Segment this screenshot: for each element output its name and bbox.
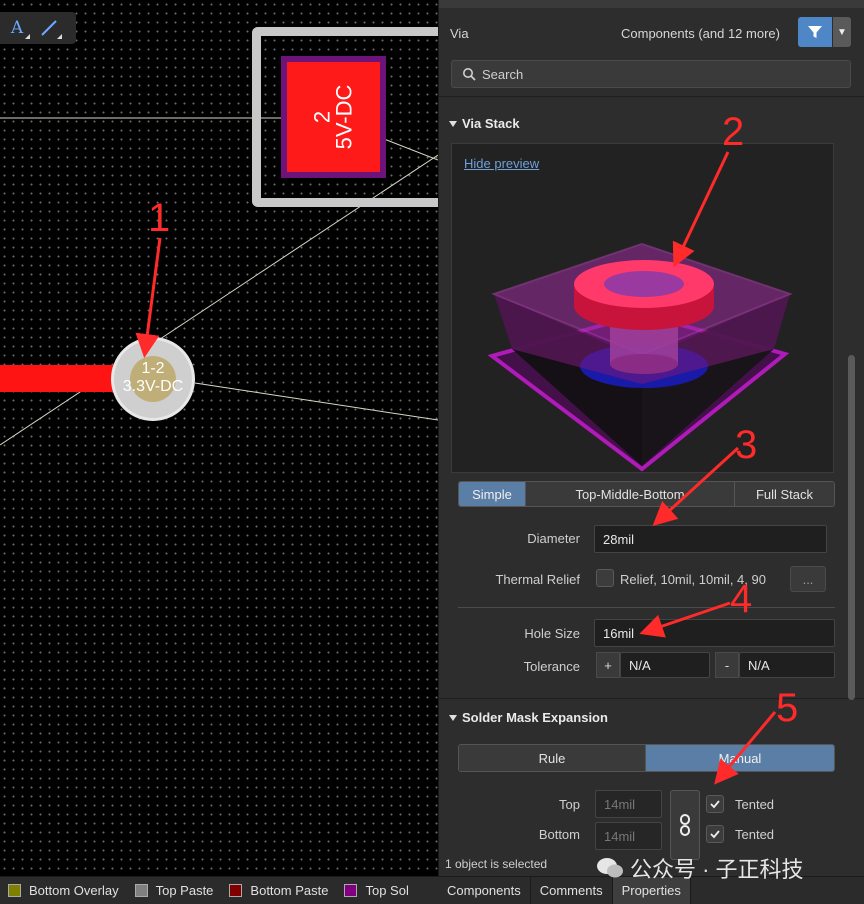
watermark: 公众号 · 子正科技 bbox=[596, 852, 804, 884]
wechat-icon bbox=[597, 858, 623, 878]
watermark-text: 公众号 · 子正科技 bbox=[630, 857, 804, 882]
via-stack-section-header[interactable]: Via Stack bbox=[449, 116, 520, 131]
link-values-button[interactable] bbox=[670, 790, 700, 860]
annotation-2: 2 bbox=[722, 110, 745, 154]
layer-tab-top-solder[interactable]: Top Sol bbox=[336, 883, 416, 898]
tolerance-minus-field[interactable]: N/A bbox=[739, 652, 835, 678]
via-3d-render bbox=[487, 242, 793, 472]
divider bbox=[439, 698, 864, 699]
pad-label: 2 5V-DC bbox=[309, 84, 357, 150]
checkmark-icon bbox=[710, 830, 720, 839]
solder-mask-section-header[interactable]: Solder Mask Expansion bbox=[449, 710, 608, 725]
filter-dropdown-chevron-icon[interactable]: ▼ bbox=[833, 17, 851, 47]
search-icon bbox=[463, 68, 476, 81]
layer-name: Top Paste bbox=[155, 883, 214, 898]
bottom-tented-checkbox[interactable] bbox=[706, 825, 724, 843]
thermal-relief-checkbox[interactable] bbox=[596, 569, 614, 587]
tolerance-minus-sign: - bbox=[715, 652, 739, 678]
mask-top-label: Top bbox=[559, 797, 580, 812]
via[interactable]: 1-2 3.3V-DC bbox=[111, 337, 195, 421]
via-stack-mode-selector: Simple Top-Middle-Bottom Full Stack bbox=[458, 481, 835, 507]
mode-rule[interactable]: Rule bbox=[459, 745, 646, 771]
search-placeholder: Search bbox=[482, 66, 524, 82]
mask-top-field[interactable]: 14mil bbox=[595, 790, 662, 818]
properties-panel: Via Components (and 12 more) ▼ Search Vi… bbox=[438, 0, 864, 876]
collapse-triangle-icon bbox=[449, 714, 457, 721]
via-stack-title: Via Stack bbox=[462, 116, 520, 131]
layer-color-swatch bbox=[344, 884, 358, 897]
annotation-3: 3 bbox=[735, 423, 758, 467]
via-stack-preview: Hide preview bbox=[451, 143, 834, 473]
chain-link-icon bbox=[680, 814, 690, 836]
checkmark-icon bbox=[710, 800, 720, 809]
mode-full-stack[interactable]: Full Stack bbox=[735, 482, 834, 506]
hole-size-field[interactable]: 16mil bbox=[594, 619, 835, 647]
bottom-tented-label: Tented bbox=[735, 827, 775, 842]
annotation-5: 5 bbox=[776, 686, 799, 730]
thermal-relief-label: Thermal Relief bbox=[495, 572, 580, 587]
object-type: Via bbox=[450, 25, 469, 41]
layer-tab-bottom-overlay[interactable]: Bottom Overlay bbox=[0, 883, 127, 898]
layer-color-swatch bbox=[229, 884, 243, 897]
pcb-canvas[interactable]: A 2 5V-DC 1-2 3.3V-DC bbox=[0, 0, 438, 876]
tolerance-plus-field[interactable]: N/A bbox=[620, 652, 710, 678]
collapse-triangle-icon bbox=[449, 120, 457, 127]
thermal-relief-more-button[interactable]: ... bbox=[790, 566, 826, 592]
tolerance-label: Tolerance bbox=[523, 659, 580, 674]
layer-color-swatch bbox=[8, 884, 21, 897]
annotation-4: 4 bbox=[730, 577, 753, 621]
hole-size-label: Hole Size bbox=[524, 626, 580, 641]
annotation-1: 1 bbox=[148, 196, 171, 240]
filter-summary[interactable]: Components (and 12 more) bbox=[621, 18, 780, 48]
panel-top-strip bbox=[439, 0, 864, 8]
mask-bottom-field[interactable]: 14mil bbox=[595, 822, 662, 850]
filter-button[interactable] bbox=[798, 17, 832, 47]
mask-bottom-label: Bottom bbox=[538, 827, 580, 842]
panel-scrollbar-thumb[interactable] bbox=[848, 355, 855, 700]
selection-status: 1 object is selected bbox=[445, 857, 548, 871]
divider bbox=[458, 607, 835, 608]
mode-manual[interactable]: Manual bbox=[646, 745, 834, 771]
top-tented-checkbox[interactable] bbox=[706, 795, 724, 813]
top-tented-label: Tented bbox=[735, 797, 775, 812]
pad-2[interactable]: 2 5V-DC bbox=[281, 56, 386, 178]
diameter-label: Diameter bbox=[527, 531, 580, 546]
filter-icon bbox=[808, 26, 822, 38]
layer-name: Bottom Overlay bbox=[29, 883, 119, 898]
solder-mask-mode-selector: Rule Manual bbox=[458, 744, 835, 772]
layer-tab-bottom-paste[interactable]: Bottom Paste bbox=[221, 883, 336, 898]
via-label: 1-2 3.3V-DC bbox=[122, 360, 184, 395]
search-input[interactable]: Search bbox=[451, 60, 851, 88]
layer-tabs: Bottom Overlay Top Paste Bottom Paste To… bbox=[0, 876, 438, 904]
tab-components[interactable]: Components bbox=[438, 877, 531, 904]
layer-name: Bottom Paste bbox=[250, 883, 329, 898]
layer-name: Top Sol bbox=[365, 883, 409, 898]
layer-color-swatch bbox=[134, 884, 148, 897]
solder-mask-title: Solder Mask Expansion bbox=[462, 710, 608, 725]
mode-simple[interactable]: Simple bbox=[459, 482, 526, 506]
copper-trace[interactable] bbox=[0, 365, 120, 392]
layer-tab-top-paste[interactable]: Top Paste bbox=[127, 883, 222, 898]
diameter-field[interactable]: 28mil bbox=[594, 525, 827, 553]
divider bbox=[439, 96, 864, 97]
tolerance-plus-sign: + bbox=[596, 652, 620, 678]
mode-top-middle-bottom[interactable]: Top-Middle-Bottom bbox=[526, 482, 735, 506]
